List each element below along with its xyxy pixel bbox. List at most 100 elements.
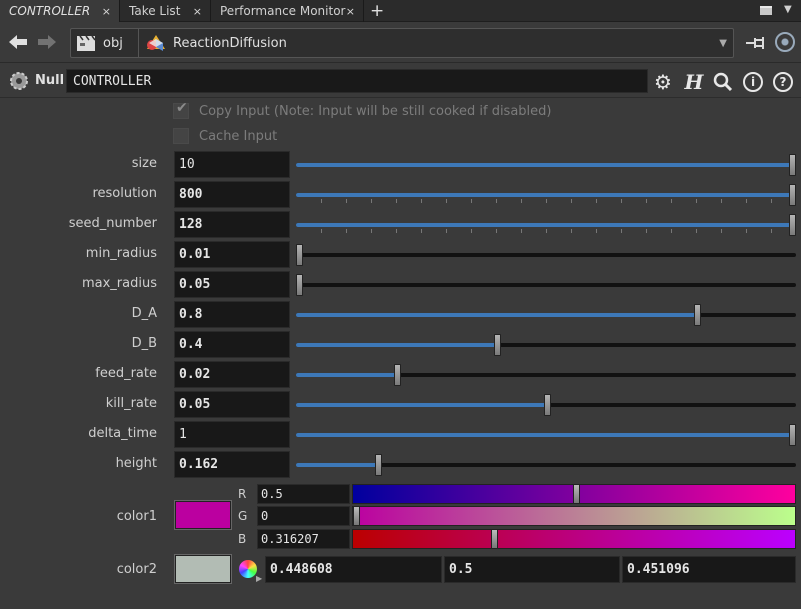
slider-fill xyxy=(296,433,796,437)
channel-slider-g[interactable] xyxy=(352,506,796,526)
cache-input-checkbox[interactable] xyxy=(173,128,189,144)
channel-slider-b[interactable] xyxy=(352,529,796,549)
param-value-field[interactable]: 128 xyxy=(174,211,290,238)
info-icon[interactable]: i xyxy=(741,70,765,94)
tab-take-list[interactable]: Take List × xyxy=(120,0,211,22)
color-wheel-icon[interactable] xyxy=(239,560,257,578)
param-label: kill_rate xyxy=(105,396,157,411)
slider-ticks xyxy=(321,199,772,203)
slider-handle[interactable] xyxy=(789,154,796,176)
param-slider[interactable] xyxy=(296,154,796,176)
param-label: D_B xyxy=(131,336,157,351)
copy-input-checkbox[interactable]: ✔ xyxy=(173,100,189,119)
close-icon[interactable]: × xyxy=(102,5,111,18)
color1-swatch[interactable] xyxy=(174,500,232,530)
chevron-down-icon[interactable]: ▶ xyxy=(256,574,262,583)
link-target-icon[interactable] xyxy=(775,32,795,52)
param-label: D_A xyxy=(131,306,157,321)
slider-fill xyxy=(296,193,796,197)
param-value-field[interactable]: 0.162 xyxy=(174,451,290,478)
slider-fill xyxy=(296,223,796,227)
maximize-icon[interactable] xyxy=(760,6,772,15)
param-value-field[interactable]: 0.4 xyxy=(174,331,290,358)
param-value-field[interactable]: 1 xyxy=(174,421,290,448)
help-icon[interactable]: ? xyxy=(771,70,795,94)
slider-handle[interactable] xyxy=(789,184,796,206)
gear-icon[interactable]: ⚙ xyxy=(651,70,675,94)
param-slider[interactable] xyxy=(296,274,796,296)
tab-performance-monitor[interactable]: Performance Monitor × xyxy=(211,0,364,22)
channel-label-r: R xyxy=(238,487,247,501)
param-slider[interactable] xyxy=(296,334,796,356)
node-name-field[interactable]: CONTROLLER xyxy=(66,69,648,93)
channel-field-b[interactable]: 0.316207 xyxy=(257,529,350,549)
param-value-field[interactable]: 0.05 xyxy=(174,271,290,298)
search-icon[interactable] xyxy=(711,70,735,94)
param-row-D-A: D_A 0.8 xyxy=(0,300,801,328)
param-slider[interactable] xyxy=(296,184,796,206)
param-value-field[interactable]: 10 xyxy=(174,151,290,178)
param-label: delta_time xyxy=(88,426,157,441)
param-value-field[interactable]: 0.01 xyxy=(174,241,290,268)
close-icon[interactable]: × xyxy=(193,5,202,18)
param-label: feed_rate xyxy=(95,366,157,381)
slider-handle[interactable] xyxy=(394,364,401,386)
param-slider[interactable] xyxy=(296,244,796,266)
houdini-help-icon[interactable]: H xyxy=(682,70,706,94)
breadcrumb-obj-label: obj xyxy=(103,35,123,51)
slider-handle[interactable] xyxy=(694,304,701,326)
breadcrumb-obj[interactable]: obj xyxy=(71,29,139,57)
node-type-label: Null xyxy=(35,73,65,88)
add-tab-icon[interactable]: + xyxy=(370,1,384,21)
param-value-field[interactable]: 0.05 xyxy=(174,391,290,418)
chevron-down-icon[interactable]: ▼ xyxy=(784,4,792,15)
cache-input-row: Cache Input xyxy=(173,126,277,146)
slider-handle[interactable] xyxy=(296,274,303,296)
param-value-field[interactable]: 0.8 xyxy=(174,301,290,328)
tab-controller[interactable]: CONTROLLER × xyxy=(0,0,120,22)
param-value-field[interactable]: 800 xyxy=(174,181,290,208)
slider-handle[interactable] xyxy=(296,244,303,266)
color2-label: color2 xyxy=(116,562,157,577)
path-breadcrumb[interactable]: obj ReactionDiffusion ▼ xyxy=(70,28,734,58)
channel-field-r[interactable]: 0.5 xyxy=(257,484,350,504)
param-label: min_radius xyxy=(85,246,157,261)
chevron-down-icon[interactable]: ▼ xyxy=(719,38,727,49)
parameter-pane: CONTROLLER × Take List × Performance Mon… xyxy=(0,0,801,609)
channel-slider-r[interactable] xyxy=(352,484,796,504)
slider-handle[interactable] xyxy=(573,484,580,504)
param-label: seed_number xyxy=(68,216,157,231)
param-row-seed-number: seed_number 128 xyxy=(0,210,801,238)
slider-handle[interactable] xyxy=(494,334,501,356)
param-value-field[interactable]: 0.02 xyxy=(174,361,290,388)
breadcrumb-node[interactable]: ReactionDiffusion xyxy=(139,33,287,53)
param-slider[interactable] xyxy=(296,424,796,446)
slider-fill xyxy=(296,373,396,377)
param-slider[interactable] xyxy=(296,214,796,236)
channel-field-g[interactable]: 0 xyxy=(257,506,350,526)
breadcrumb-node-label: ReactionDiffusion xyxy=(173,35,287,51)
param-row-max-radius: max_radius 0.05 xyxy=(0,270,801,298)
forward-arrow-icon[interactable] xyxy=(37,33,57,51)
slider-handle[interactable] xyxy=(353,506,360,526)
slider-handle[interactable] xyxy=(789,214,796,236)
color2-g-field[interactable]: 0.5 xyxy=(444,556,620,583)
slider-handle[interactable] xyxy=(491,529,499,549)
param-row-size: size 10 xyxy=(0,150,801,178)
close-icon[interactable]: × xyxy=(346,5,355,18)
param-slider[interactable] xyxy=(296,304,796,326)
gear-icon[interactable] xyxy=(8,70,30,92)
color2-b-field[interactable]: 0.451096 xyxy=(622,556,796,583)
param-slider[interactable] xyxy=(296,454,796,476)
param-slider[interactable] xyxy=(296,364,796,386)
param-slider[interactable] xyxy=(296,394,796,416)
back-arrow-icon[interactable] xyxy=(8,33,28,51)
color2-swatch[interactable] xyxy=(174,554,232,584)
slider-handle[interactable] xyxy=(544,394,551,416)
color2-r-field[interactable]: 0.448608 xyxy=(265,556,442,583)
pin-icon[interactable] xyxy=(745,35,767,51)
slider-handle[interactable] xyxy=(375,454,382,476)
copy-input-label: Copy Input (Note: Input will be still co… xyxy=(199,103,552,119)
slider-handle[interactable] xyxy=(789,424,796,446)
slider-fill xyxy=(296,343,496,347)
